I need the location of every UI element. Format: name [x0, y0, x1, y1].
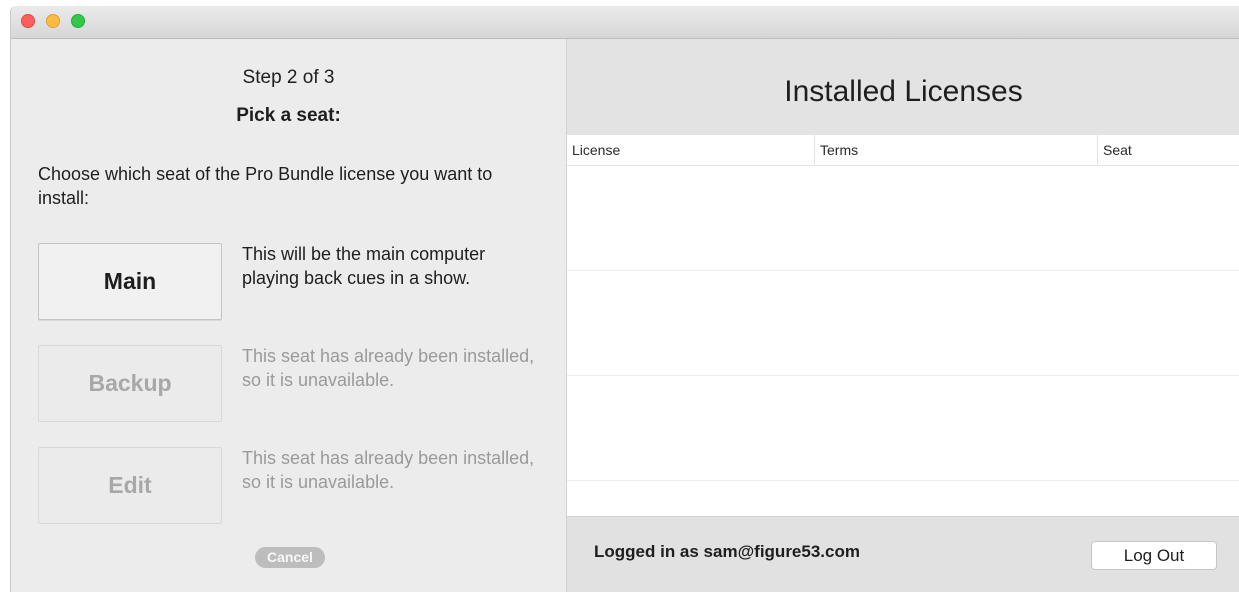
maximize-window-button[interactable]: [71, 14, 85, 28]
column-header-license[interactable]: License: [567, 135, 815, 165]
main-seat-button[interactable]: Main: [38, 243, 222, 320]
logged-in-label: Logged in as sam@figure53.com: [594, 542, 860, 561]
table-row: [567, 376, 1239, 481]
installed-licenses-panel: Installed Licenses License Terms Seat Lo…: [567, 39, 1239, 592]
edit-seat-button: Edit: [38, 447, 222, 524]
cancel-button[interactable]: Cancel: [255, 547, 325, 568]
edit-seat-note: This seat has already been installed, so…: [242, 448, 535, 492]
step-indicator: Step 2 of 3: [242, 67, 335, 88]
close-window-button[interactable]: [21, 14, 35, 28]
seat-description: Choose which seat of the Pro Bundle lice…: [38, 164, 493, 208]
column-header-terms[interactable]: Terms: [815, 135, 1098, 165]
seat-picker-panel: Step 2 of 3 Pick a seat: Choose which se…: [11, 39, 567, 592]
backup-seat-note: This seat has already been installed, so…: [242, 346, 535, 390]
table-row: [567, 166, 1239, 271]
column-header-seat[interactable]: Seat: [1098, 135, 1239, 165]
installed-licenses-title: Installed Licenses: [784, 75, 1023, 108]
main-seat-note: This will be the main computer playing b…: [242, 244, 486, 288]
table-header: License Terms Seat: [567, 135, 1239, 166]
backup-seat-button: Backup: [38, 345, 222, 422]
account-footer: Logged in as sam@figure53.com Log Out: [567, 516, 1239, 592]
licenses-table[interactable]: License Terms Seat: [567, 135, 1239, 516]
license-window: Step 2 of 3 Pick a seat: Choose which se…: [10, 6, 1239, 592]
logout-button[interactable]: Log Out: [1091, 541, 1217, 570]
title-bar: [11, 6, 1239, 39]
table-row: [567, 271, 1239, 376]
minimize-window-button[interactable]: [46, 14, 60, 28]
pick-seat-heading: Pick a seat:: [236, 105, 341, 126]
